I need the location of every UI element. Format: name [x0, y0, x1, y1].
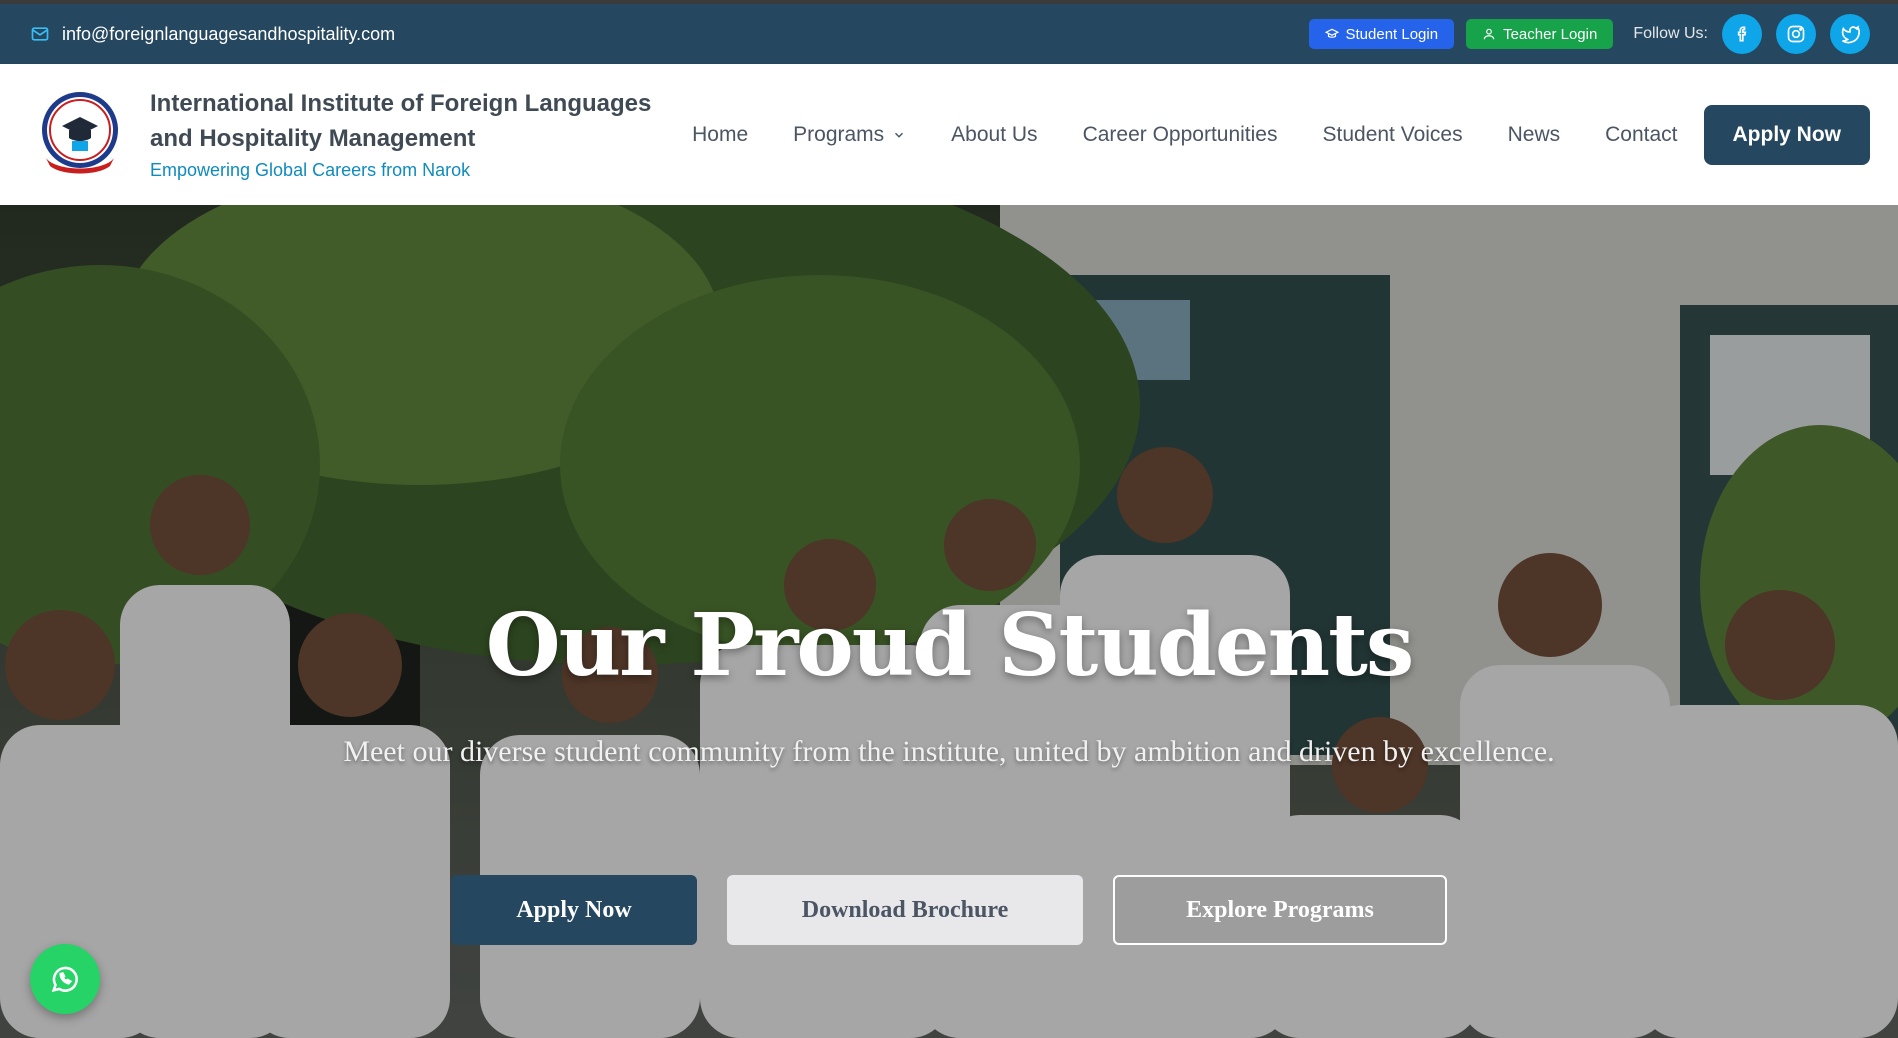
- email-text: info@foreignlanguagesandhospitality.com: [62, 23, 396, 44]
- facebook-link[interactable]: [1722, 14, 1762, 54]
- hero-subtitle: Meet our diverse student community from …: [343, 735, 1555, 768]
- nav-contact[interactable]: Contact: [1605, 123, 1677, 147]
- twitter-icon: [1841, 25, 1860, 44]
- header-apply-button[interactable]: Apply Now: [1703, 105, 1870, 165]
- facebook-icon: [1737, 26, 1747, 42]
- student-login-label: Student Login: [1345, 25, 1439, 43]
- brand-block[interactable]: International Institute of Foreign Langu…: [150, 86, 651, 181]
- hero-actions: Apply Now Download Brochure Explore Prog…: [0, 875, 1898, 945]
- nav-news[interactable]: News: [1508, 123, 1561, 147]
- nav-careers[interactable]: Career Opportunities: [1083, 123, 1278, 147]
- nav-student-voices[interactable]: Student Voices: [1323, 123, 1463, 147]
- graduation-cap-icon: [1324, 28, 1339, 38]
- nav-programs-label: Programs: [793, 123, 885, 146]
- whatsapp-icon: [51, 966, 78, 993]
- brand-tagline: Empowering Global Careers from Narok: [150, 160, 471, 180]
- teacher-login-button[interactable]: Teacher Login: [1466, 19, 1614, 49]
- follow-us-label: Follow Us:: [1633, 25, 1708, 42]
- institute-logo[interactable]: [40, 86, 120, 182]
- explore-programs-button[interactable]: Explore Programs: [1113, 875, 1447, 945]
- nav-home[interactable]: Home: [692, 123, 748, 147]
- top-bar: info@foreignlanguagesandhospitality.com …: [0, 0, 1898, 64]
- brand-name-line1: International Institute of Foreign Langu…: [150, 90, 652, 117]
- main-nav: Home Programs About Us Career Opportunit…: [647, 105, 1870, 165]
- nav-programs[interactable]: Programs: [793, 123, 906, 147]
- nav-about[interactable]: About Us: [951, 123, 1037, 147]
- twitter-link[interactable]: [1830, 14, 1870, 54]
- hero-section: Our Proud Students Meet our diverse stud…: [0, 205, 1898, 1038]
- user-icon: [1483, 28, 1495, 40]
- instagram-icon: [1787, 25, 1805, 43]
- instagram-link[interactable]: [1776, 14, 1816, 54]
- hero-apply-button[interactable]: Apply Now: [451, 875, 697, 945]
- download-brochure-button[interactable]: Download Brochure: [727, 875, 1083, 945]
- chevron-down-icon: [895, 132, 904, 138]
- student-login-button[interactable]: Student Login: [1308, 19, 1455, 49]
- mail-icon: [31, 27, 49, 41]
- brand-name-line2: and Hospitality Management: [150, 125, 476, 152]
- hero-title: Our Proud Students: [485, 595, 1415, 696]
- teacher-login-label: Teacher Login: [1503, 25, 1598, 43]
- whatsapp-chat-button[interactable]: [30, 944, 100, 1014]
- contact-email[interactable]: info@foreignlanguagesandhospitality.com: [30, 24, 395, 45]
- site-header: International Institute of Foreign Langu…: [0, 64, 1898, 205]
